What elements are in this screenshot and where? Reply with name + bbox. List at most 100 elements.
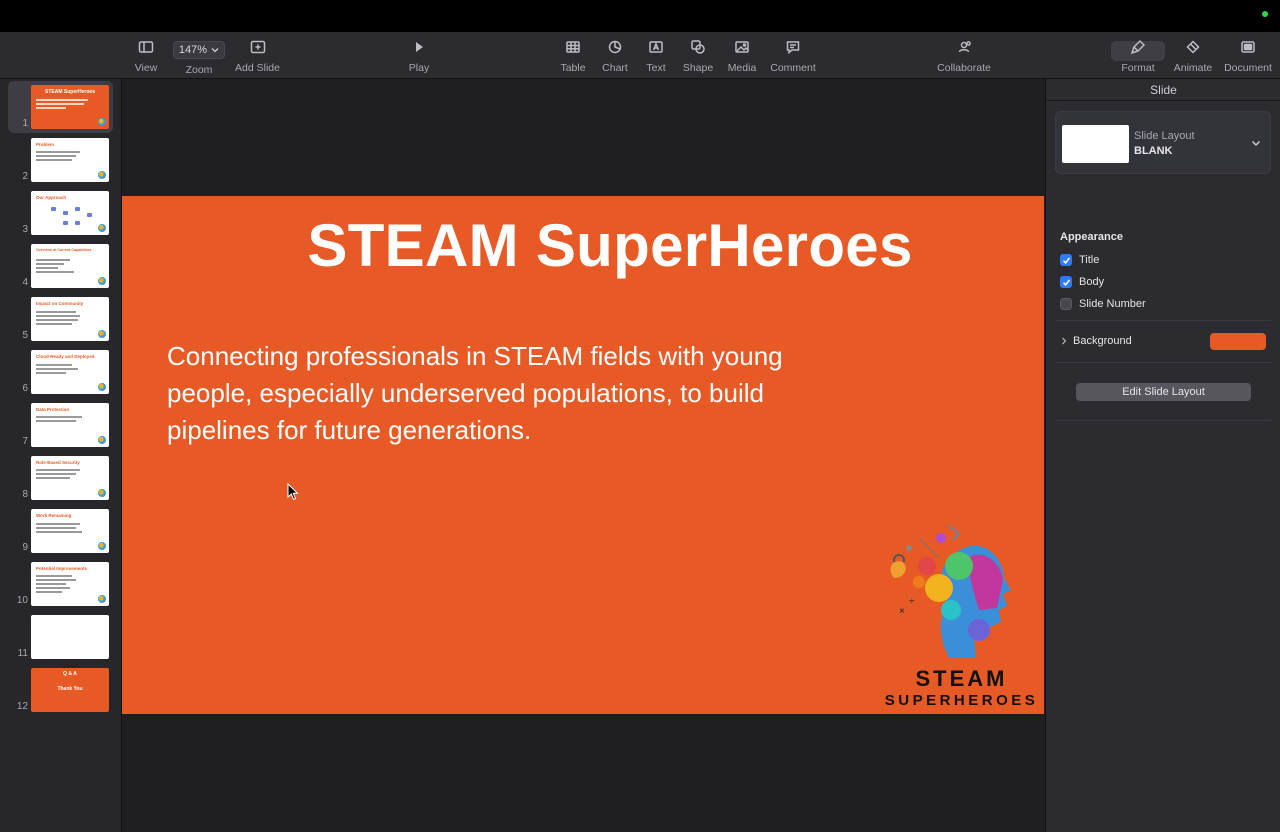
sidebar-icon [138,32,154,62]
thumbnail-preview: Overview of Current Capabilities [31,244,109,288]
appearance-section-title: Appearance [1060,231,1123,243]
screen: View 147% Zoom Add Slide Play Table Char… [0,0,1280,832]
checkmark-icon [1062,256,1070,264]
format-inspector: Slide Slide Layout BLANK Appearance Titl… [1045,79,1280,832]
image-icon [734,32,750,62]
edit-slide-layout-button[interactable]: Edit Slide Layout [1076,383,1251,401]
slide-thumbnail-3[interactable]: 3 Our Approach [0,187,122,237]
thumbnail-preview: Q & A Thank You [31,668,109,712]
slide-canvas: STEAM SuperHeroes Connecting professiona… [122,79,1045,832]
slide-title[interactable]: STEAM SuperHeroes [122,211,1044,280]
media-button[interactable]: Media [727,32,757,79]
zoom-control[interactable]: 147% Zoom [173,32,225,79]
chevron-right-icon [1062,337,1067,345]
toolbar: View 147% Zoom Add Slide Play Table Char… [0,32,1280,79]
table-icon [565,32,581,62]
thumbnail-preview: Data Protection [31,403,109,447]
inspector-tab-slide[interactable]: Slide [1046,79,1280,101]
document-icon [1240,32,1256,62]
layout-preview [1062,125,1129,163]
thumbnail-preview: Cloud-Ready and Deployed [31,350,109,394]
animate-diamond-icon [1185,32,1201,62]
slide-thumbnail-9[interactable]: 9 Work Remaining [0,505,122,555]
format-button[interactable]: Format [1118,32,1158,79]
steam-superheroes-logo[interactable]: × ÷ STEAM SUPERHEROES [879,518,1044,714]
thumbnail-preview [31,615,109,659]
slide-body-text[interactable]: Connecting professionals in STEAM fields… [167,338,847,449]
slide-thumbnail-4[interactable]: 4 Overview of Current Capabilities [0,240,122,290]
thumbnail-preview: STEAM SuperHeroes [31,85,109,129]
logo-icon [98,595,106,603]
slide-thumbnail-10[interactable]: 10 Potential Improvements [0,558,122,608]
divider [1055,362,1271,363]
text-box-icon [648,32,664,62]
slide-number-checkbox[interactable] [1060,298,1072,310]
shape-icon [690,32,706,62]
slide-thumbnail-1[interactable]: 1 STEAM SuperHeroes [0,81,122,133]
svg-text:×: × [899,606,905,617]
divider [1055,420,1271,421]
chevron-down-icon [1252,141,1260,146]
slide-navigator: 1 STEAM SuperHeroes 2 Problem 3 Our Appr… [0,79,122,832]
divider [1055,320,1271,321]
logo-text-steam: STEAM [915,666,1008,691]
logo-icon [98,118,106,126]
slide-layout-selector[interactable]: Slide Layout BLANK [1055,111,1271,174]
view-button[interactable]: View [134,32,158,79]
keynote-window: View 147% Zoom Add Slide Play Table Char… [0,32,1280,832]
title-checkbox-row[interactable]: Title [1060,252,1099,268]
zoom-select[interactable]: 147% [173,41,225,59]
logo-icon [98,330,106,338]
svg-text:÷: ÷ [909,596,915,607]
thumbnail-preview: Role-Based Security [31,456,109,500]
slide-thumbnail-7[interactable]: 7 Data Protection [0,399,122,449]
play-icon [411,32,427,62]
superhero-head-logo-icon: × ÷ [890,525,1011,658]
body-checkbox-row[interactable]: Body [1060,274,1104,290]
comment-button[interactable]: Comment [770,32,816,79]
collaborate-button[interactable]: Collaborate [937,32,991,79]
title-checkbox[interactable] [1060,254,1072,266]
logo-icon [98,224,106,232]
add-slide-icon [250,32,266,62]
slide-thumbnail-12[interactable]: 12 Q & A Thank You [0,664,122,714]
slide-thumbnail-11[interactable]: 11 [0,611,122,661]
thumbnail-preview: Potential Improvements [31,562,109,606]
background-color-well[interactable] [1210,333,1266,350]
slide-number-checkbox-row[interactable]: Slide Number [1060,296,1146,312]
add-slide-button[interactable]: Add Slide [235,32,280,79]
thumbnail-preview: Problem [31,138,109,182]
logo-icon [98,277,106,285]
slide-thumbnail-5[interactable]: 5 Impact on Community [0,293,122,343]
mouse-cursor-icon [287,483,299,501]
logo-icon [98,542,106,550]
checkmark-icon [1062,278,1070,286]
thumbnail-preview: Our Approach [31,191,109,235]
slide-thumbnail-2[interactable]: 2 Problem [0,134,122,184]
animate-button[interactable]: Animate [1172,32,1214,79]
zoom-value: 147% [178,44,208,56]
logo-icon [98,436,106,444]
chart-icon [607,32,623,62]
menu-bar [0,0,1280,32]
collaborate-icon [956,32,972,62]
background-row[interactable]: Background [1060,332,1270,352]
shape-button[interactable]: Shape [683,32,713,79]
logo-text-superheroes: SUPERHEROES [884,692,1039,709]
current-slide[interactable]: STEAM SuperHeroes Connecting professiona… [122,196,1044,714]
chevron-down-icon [211,48,219,53]
slide-thumbnail-6[interactable]: 6 Cloud-Ready and Deployed [0,346,122,396]
paintbrush-icon [1130,32,1146,62]
recording-indicator-icon [1262,11,1268,17]
slide-thumbnail-8[interactable]: 8 Role-Based Security [0,452,122,502]
chart-button[interactable]: Chart [601,32,629,79]
document-button[interactable]: Document [1223,32,1273,79]
logo-icon [98,171,106,179]
comment-icon [785,32,801,62]
body-checkbox[interactable] [1060,276,1072,288]
thumbnail-preview: Work Remaining [31,509,109,553]
table-button[interactable]: Table [560,32,586,79]
text-button[interactable]: Text [645,32,667,79]
thumbnail-preview: Impact on Community [31,297,109,341]
play-button[interactable]: Play [407,32,431,79]
